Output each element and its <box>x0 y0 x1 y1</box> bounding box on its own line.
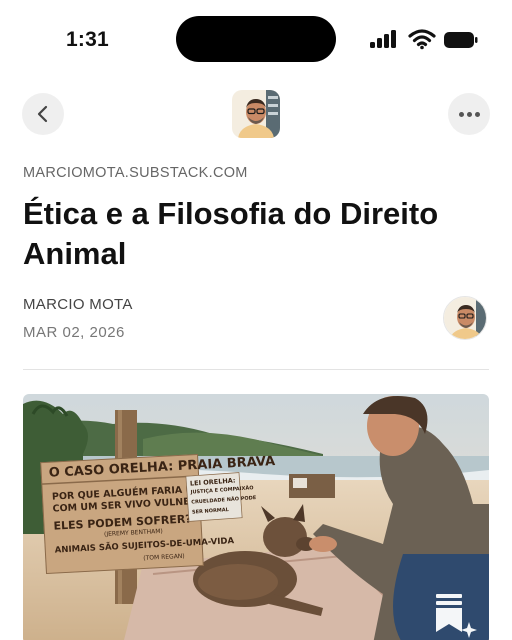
header-divider <box>23 369 489 370</box>
status-time: 1:31 <box>66 28 109 51</box>
author-avatar[interactable] <box>443 296 487 340</box>
more-options-button[interactable] <box>448 93 490 135</box>
protest-sign-main: O CASO ORELHA: PRAIA BRAVA POR QUE ALGUÉ… <box>40 454 275 575</box>
publication-domain[interactable]: MARCIOMOTA.SUBSTACK.COM <box>23 165 248 181</box>
dynamic-island <box>176 16 336 62</box>
status-icons <box>370 28 480 52</box>
status-bar: 1:31 <box>0 0 512 80</box>
post-date: MAR 02, 2026 <box>23 324 125 341</box>
publication-avatar[interactable] <box>232 90 280 138</box>
hero-image[interactable]: O CASO ORELHA: PRAIA BRAVA POR QUE ALGUÉ… <box>23 394 489 640</box>
back-button[interactable] <box>22 93 64 135</box>
protest-sign-side: LEI ORELHA: JUSTIÇA E COMPAIXÃO CRUELDAD… <box>185 472 256 522</box>
more-horizontal-icon <box>458 111 480 117</box>
author-name[interactable]: MARCIO MOTA <box>23 296 133 313</box>
cellular-signal-icon <box>370 30 398 48</box>
post-title: Ética e a Filosofia do Direito Animal <box>23 196 439 271</box>
battery-icon <box>444 32 478 48</box>
bookmark-icon[interactable] <box>432 592 478 638</box>
wifi-icon <box>408 29 436 50</box>
chevron-left-icon <box>37 105 48 123</box>
